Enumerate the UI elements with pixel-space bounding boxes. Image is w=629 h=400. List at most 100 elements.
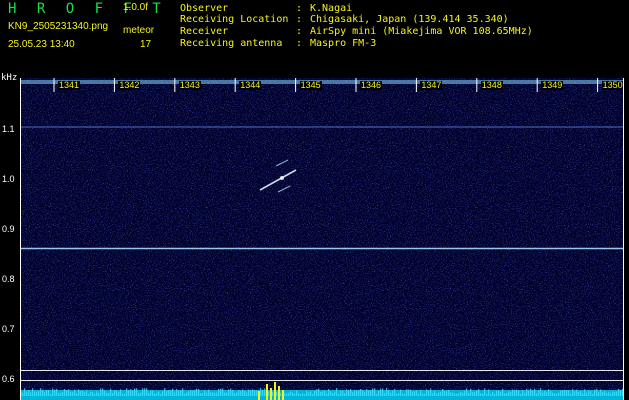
signal-level-bar	[392, 390, 394, 396]
signal-level-bar	[40, 388, 42, 396]
signal-level-bar	[528, 390, 530, 396]
signal-level-bar	[312, 393, 314, 396]
signal-level-bar	[332, 392, 334, 396]
signal-level-bar	[336, 388, 338, 396]
signal-level-bar	[544, 390, 546, 396]
signal-level-bar	[238, 390, 240, 396]
signal-level-bar	[502, 388, 504, 396]
signal-level-bar	[248, 389, 250, 396]
info-sep: :	[296, 14, 303, 25]
info-key: Receiving Location	[180, 14, 289, 25]
signal-level-bar	[202, 393, 204, 396]
signal-level-bar	[24, 388, 26, 396]
signal-level-bar	[578, 391, 580, 396]
spectrogram-canvas	[20, 78, 624, 400]
signal-level-bar	[490, 393, 492, 396]
signal-level-bar	[368, 390, 370, 396]
signal-level-bar	[264, 388, 266, 396]
signal-level-bar	[236, 392, 238, 396]
signal-level-bar	[26, 391, 28, 396]
signal-level-bar	[234, 393, 236, 396]
signal-level-bar	[410, 389, 412, 396]
info-key: Receiver	[180, 26, 229, 37]
signal-level-bar	[610, 393, 612, 396]
signal-level-bar	[448, 389, 450, 396]
signal-level-bar	[292, 392, 294, 396]
version-label: 1.0.0f	[123, 2, 149, 13]
signal-level-bar	[306, 390, 308, 396]
signal-level-bar	[440, 391, 442, 396]
signal-level-bar	[424, 393, 426, 396]
signal-level-bar	[456, 393, 458, 396]
signal-level-bar	[388, 389, 390, 396]
signal-level-bar	[56, 388, 58, 396]
signal-level-bar	[118, 392, 120, 396]
signal-level-bar	[478, 389, 480, 396]
signal-level-bar	[344, 393, 346, 396]
signal-level-bar	[516, 389, 518, 396]
signal-level-bar	[66, 390, 68, 396]
signal-level-bar	[476, 390, 478, 396]
signal-level-bar	[594, 389, 596, 396]
signal-level-bar	[546, 392, 548, 396]
signal-level-bar	[60, 392, 62, 396]
signal-level-bar	[198, 389, 200, 396]
signal-level-bar	[366, 389, 368, 396]
signal-level-bar	[360, 388, 362, 396]
signal-level-bar	[48, 389, 50, 396]
y-tick-label: 1.1	[2, 124, 15, 134]
signal-level-bar	[220, 388, 222, 396]
signal-level-bar	[412, 391, 414, 396]
signal-level-bar	[356, 390, 358, 396]
signal-level-bar	[564, 389, 566, 396]
signal-level-bar	[280, 392, 282, 396]
signal-level-bar	[430, 388, 432, 396]
signal-level-bar	[84, 392, 86, 396]
signal-level-bar	[62, 392, 64, 396]
signal-level-bar	[520, 393, 522, 396]
spectrogram	[20, 78, 624, 400]
signal-level-bar	[482, 393, 484, 396]
signal-level-bar	[384, 392, 386, 396]
signal-level-bar	[172, 388, 174, 396]
signal-level-bar	[444, 391, 446, 396]
spectrogram-noise-bright	[20, 78, 624, 400]
signal-level-bar	[124, 393, 126, 396]
signal-level-bar	[538, 389, 540, 396]
signal-level-bar	[70, 391, 72, 396]
signal-level-bar	[212, 392, 214, 396]
signal-level-bar	[458, 393, 460, 396]
signal-level-bar	[44, 391, 46, 396]
signal-level-bar	[618, 388, 620, 396]
signal-level-bar	[434, 390, 436, 396]
signal-level-bar	[416, 390, 418, 396]
signal-level-bar	[406, 389, 408, 396]
time-scale-strip	[20, 80, 624, 84]
signal-level-bar	[560, 390, 562, 396]
signal-level-bar	[76, 393, 78, 396]
signal-level-bar	[500, 391, 502, 396]
signal-level-bar	[606, 392, 608, 396]
signal-level-bar	[450, 392, 452, 396]
signal-level-bar	[498, 390, 500, 396]
signal-level-bar	[286, 393, 288, 396]
signal-level-bar	[122, 393, 124, 396]
signal-level-bar	[128, 389, 130, 396]
signal-level-bar	[524, 392, 526, 396]
filename-label: KN9_2505231340.png	[8, 21, 109, 32]
signal-level-bar	[432, 393, 434, 396]
signal-level-bar	[180, 390, 182, 396]
signal-level-peak	[282, 390, 284, 400]
signal-level-bar	[562, 390, 564, 396]
signal-level-bar	[304, 393, 306, 396]
signal-level-bar	[492, 391, 494, 396]
signal-level-bar	[156, 392, 158, 396]
signal-level-bar	[542, 392, 544, 396]
info-sep: :	[296, 3, 303, 14]
y-tick-label: 0.6	[2, 374, 15, 384]
signal-level-bar	[52, 388, 54, 396]
signal-level-bar	[334, 391, 336, 396]
signal-level-bar	[68, 389, 70, 396]
signal-level-bar	[316, 389, 318, 396]
signal-level-bar	[400, 389, 402, 396]
